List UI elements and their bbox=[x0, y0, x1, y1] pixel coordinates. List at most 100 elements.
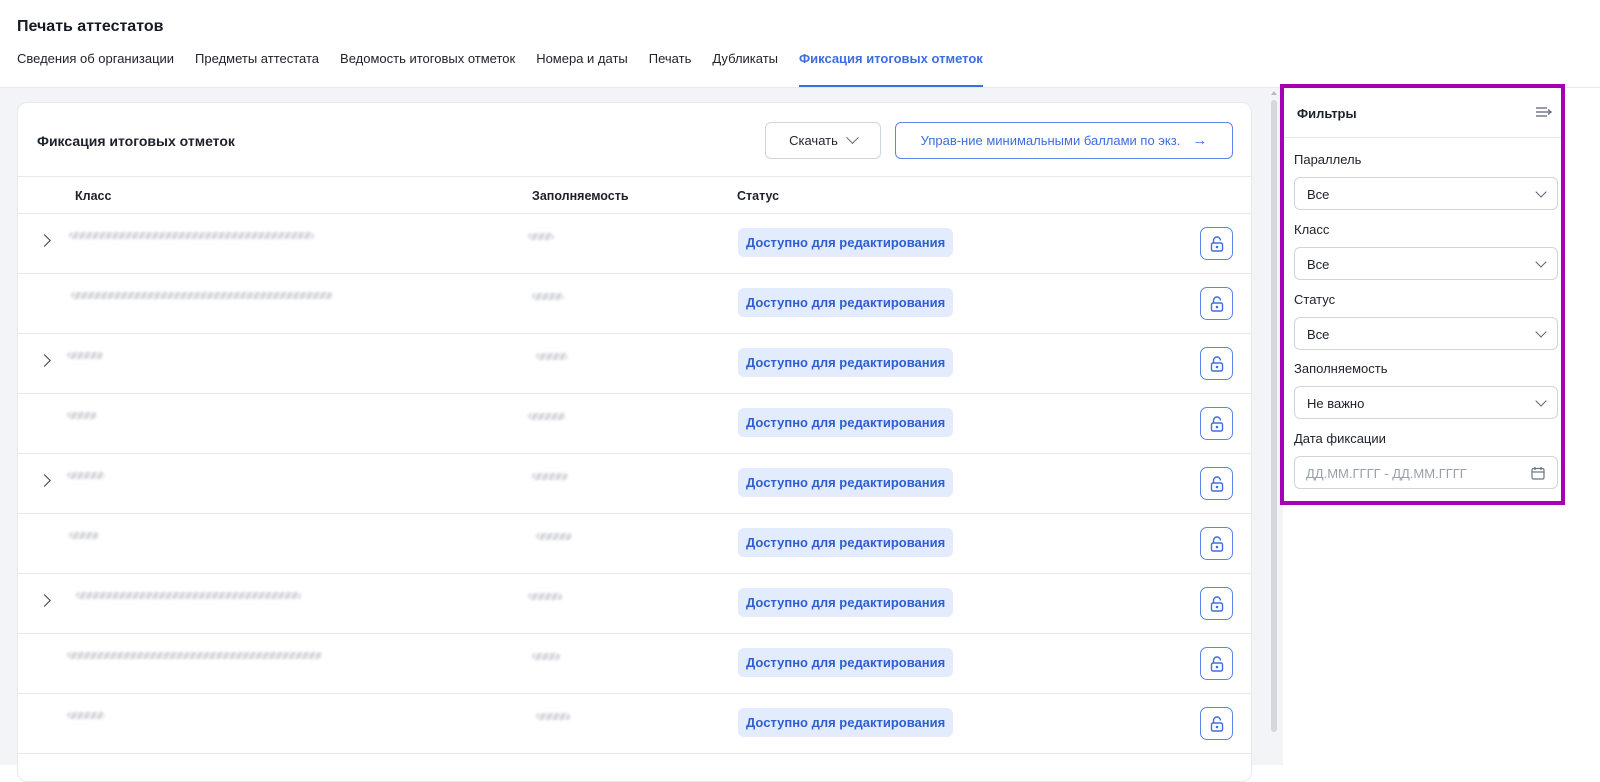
class-select[interactable]: Все bbox=[1294, 247, 1558, 280]
scroll-up-arrow[interactable] bbox=[1271, 91, 1277, 95]
table-body: Доступно для редактирования Доступно для … bbox=[18, 214, 1251, 754]
unlock-button[interactable] bbox=[1200, 227, 1233, 260]
unlock-button[interactable] bbox=[1200, 347, 1233, 380]
chevron-down-icon bbox=[1535, 256, 1547, 268]
status-badge: Доступно для редактирования bbox=[738, 708, 954, 737]
fill-value: Не важно bbox=[1307, 396, 1365, 411]
download-button[interactable]: Скачать bbox=[765, 122, 881, 159]
class-name-redacted bbox=[67, 472, 105, 479]
class-name-redacted bbox=[69, 532, 99, 539]
class-label: Класс bbox=[1294, 222, 1330, 237]
card-title: Фиксация итоговых отметок bbox=[37, 133, 235, 149]
tab-final-grades-sheet[interactable]: Ведомость итоговых отметок bbox=[340, 49, 515, 87]
status-badge: Доступно для редактирования bbox=[738, 588, 954, 617]
filters-header: Фильтры bbox=[1284, 88, 1561, 138]
table-row: Доступно для редактирования bbox=[18, 274, 1251, 334]
class-name-redacted bbox=[71, 292, 333, 299]
unlock-icon bbox=[1210, 595, 1223, 612]
status-label: Статус bbox=[1294, 292, 1336, 307]
filters-title: Фильтры bbox=[1297, 106, 1357, 121]
manage-button-label: Управ-ние минимальными баллами по экз. bbox=[920, 133, 1181, 148]
table-header: Класс Заполняемость Статус bbox=[18, 177, 1251, 214]
unlock-button[interactable] bbox=[1200, 587, 1233, 620]
unlock-button[interactable] bbox=[1200, 407, 1233, 440]
chevron-right-icon[interactable] bbox=[38, 354, 51, 367]
tab-bar: Сведения об организации Предметы аттеста… bbox=[17, 49, 1004, 87]
parallel-label: Параллель bbox=[1294, 152, 1362, 167]
unlock-icon bbox=[1210, 355, 1223, 372]
status-badge: Доступно для редактирования bbox=[738, 348, 954, 377]
chevron-right-icon[interactable] bbox=[38, 234, 51, 247]
unlock-button[interactable] bbox=[1200, 707, 1233, 740]
chevron-down-icon bbox=[1535, 186, 1547, 198]
grades-fixation-card: Фиксация итоговых отметок Скачать Управ-… bbox=[17, 102, 1252, 782]
column-header-fill: Заполняемость bbox=[532, 189, 629, 203]
chevron-down-icon bbox=[1535, 326, 1547, 338]
fill-value-redacted bbox=[536, 713, 570, 720]
chevron-right-icon[interactable] bbox=[38, 594, 51, 607]
status-badge: Доступно для редактирования bbox=[738, 228, 954, 257]
filters-panel: Фильтры Параллель Все Класс Все Статус В… bbox=[1280, 84, 1565, 505]
date-label: Дата фиксации bbox=[1294, 431, 1386, 446]
unlock-icon bbox=[1210, 235, 1223, 252]
class-name-redacted bbox=[67, 352, 103, 359]
status-value: Все bbox=[1307, 327, 1330, 342]
fill-value-redacted bbox=[532, 653, 560, 660]
unlock-icon bbox=[1210, 295, 1223, 312]
class-name-redacted bbox=[76, 592, 301, 599]
calendar-icon[interactable] bbox=[1531, 466, 1545, 480]
fill-value-redacted bbox=[536, 533, 572, 540]
tab-certificate-subjects[interactable]: Предметы аттестата bbox=[195, 49, 319, 87]
table-row: Доступно для редактирования bbox=[18, 514, 1251, 574]
status-badge: Доступно для редактирования bbox=[738, 408, 954, 437]
unlock-button[interactable] bbox=[1200, 467, 1233, 500]
class-name-redacted bbox=[67, 652, 322, 659]
collapse-panel-icon[interactable] bbox=[1535, 106, 1553, 118]
fill-value-redacted bbox=[528, 413, 566, 420]
table-row: Доступно для редактирования bbox=[18, 694, 1251, 754]
unlock-button[interactable] bbox=[1200, 647, 1233, 680]
tab-grades-fixation[interactable]: Фиксация итоговых отметок bbox=[799, 49, 983, 87]
tab-duplicates[interactable]: Дубликаты bbox=[712, 49, 778, 87]
unlock-button[interactable] bbox=[1200, 287, 1233, 320]
download-button-label: Скачать bbox=[789, 133, 838, 148]
column-header-class: Класс bbox=[75, 189, 112, 203]
date-range-input[interactable] bbox=[1306, 464, 1516, 482]
chevron-right-icon[interactable] bbox=[38, 474, 51, 487]
unlock-icon bbox=[1210, 475, 1223, 492]
chevron-down-icon bbox=[1535, 395, 1547, 407]
column-header-status: Статус bbox=[737, 189, 780, 203]
tab-numbers-dates[interactable]: Номера и даты bbox=[536, 49, 628, 87]
page-header: Печать аттестатов Сведения об организаци… bbox=[0, 0, 1600, 88]
class-name-redacted bbox=[69, 232, 314, 239]
table-row: Доступно для редактирования bbox=[18, 394, 1251, 454]
fill-value-redacted bbox=[536, 353, 568, 360]
status-badge: Доступно для редактирования bbox=[738, 648, 954, 677]
unlock-icon bbox=[1210, 715, 1223, 732]
status-badge: Доступно для редактирования bbox=[738, 528, 954, 557]
fill-value-redacted bbox=[532, 473, 568, 480]
unlock-button[interactable] bbox=[1200, 527, 1233, 560]
tab-organization-info[interactable]: Сведения об организации bbox=[17, 49, 174, 87]
parallel-select[interactable]: Все bbox=[1294, 177, 1558, 210]
arrow-right-icon: → bbox=[1192, 132, 1208, 149]
table-row: Доступно для редактирования bbox=[18, 454, 1251, 514]
unlock-icon bbox=[1210, 415, 1223, 432]
status-select[interactable]: Все bbox=[1294, 317, 1558, 350]
tab-print[interactable]: Печать bbox=[649, 49, 692, 87]
class-name-redacted bbox=[67, 712, 105, 719]
table-row: Доступно для редактирования bbox=[18, 574, 1251, 634]
fill-select[interactable]: Не важно bbox=[1294, 386, 1558, 419]
main-area: Фиксация итоговых отметок Скачать Управ-… bbox=[0, 88, 1283, 782]
fill-value-redacted bbox=[528, 233, 554, 240]
chevron-down-icon bbox=[846, 131, 859, 145]
date-range-field[interactable] bbox=[1294, 456, 1558, 489]
parallel-value: Все bbox=[1307, 187, 1330, 202]
fill-value-redacted bbox=[528, 593, 562, 600]
status-badge: Доступно для редактирования bbox=[738, 468, 954, 497]
page-title: Печать аттестатов bbox=[17, 18, 164, 35]
manage-min-scores-button[interactable]: Управ-ние минимальными баллами по экз. → bbox=[895, 122, 1233, 159]
fill-label: Заполняемость bbox=[1294, 361, 1388, 376]
scrollbar[interactable] bbox=[1271, 100, 1277, 732]
card-header: Фиксация итоговых отметок Скачать Управ-… bbox=[18, 103, 1251, 177]
